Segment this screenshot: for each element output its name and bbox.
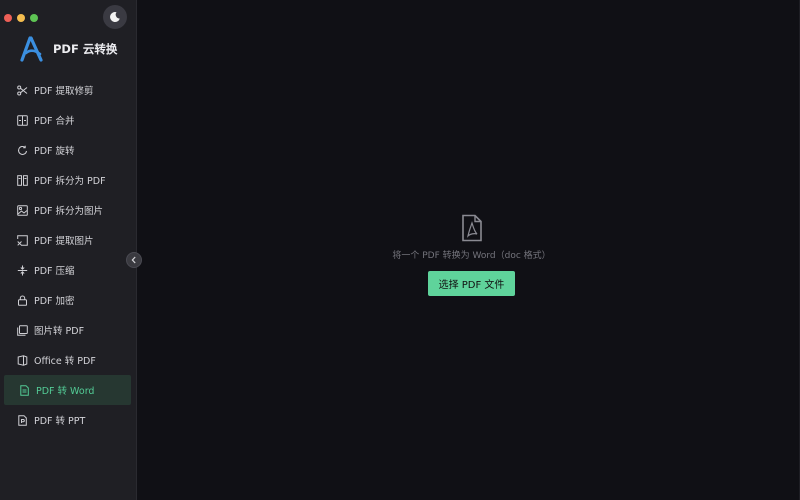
hint-text: 将一个 PDF 转换为 Word（doc 格式）	[392, 251, 551, 261]
chevron-left-icon	[131, 256, 136, 264]
sidebar-item-label: PDF 拆分为 PDF	[34, 176, 106, 187]
logo-icon	[20, 36, 43, 62]
sidebar-item-label: PDF 加密	[34, 296, 75, 307]
main-panel: 将一个 PDF 转换为 Word（doc 格式） 选择 PDF 文件	[138, 0, 799, 500]
theme-toggle-button[interactable]	[103, 5, 127, 29]
minimize-window-button[interactable]	[17, 14, 25, 22]
sidebar-item-pdf-to-word[interactable]: PDF 转 Word	[4, 375, 131, 405]
app-title: PDF 云转换	[53, 42, 118, 56]
sidebar-item-images-to-pdf[interactable]: 图片转 PDF	[0, 315, 137, 345]
sidebar-item-label: PDF 压缩	[34, 266, 75, 277]
pdf-file-icon	[461, 214, 482, 242]
sidebar-item-pdf-compress[interactable]: PDF 压缩	[0, 255, 137, 285]
sidebar-item-label: 图片转 PDF	[34, 326, 85, 337]
sidebar-item-label: PDF 提取图片	[34, 236, 94, 247]
window-controls	[4, 14, 38, 22]
app-window: PDF 云转换 PDF 提取修剪 PDF 合并 PDF 旋转 PDF 拆分为 P…	[0, 0, 800, 500]
sidebar-item-label: PDF 提取修剪	[34, 86, 94, 97]
sidebar-item-office-to-pdf[interactable]: Office 转 PDF	[0, 345, 137, 375]
images-icon	[16, 324, 28, 336]
office-icon	[16, 354, 28, 366]
sidebar-item-label: PDF 转 PPT	[34, 416, 86, 427]
sidebar-item-label: Office 转 PDF	[34, 356, 96, 367]
sidebar-nav: PDF 提取修剪 PDF 合并 PDF 旋转 PDF 拆分为 PDF PDF 拆…	[0, 75, 137, 435]
maximize-window-button[interactable]	[30, 14, 38, 22]
sidebar-item-label: PDF 转 Word	[36, 386, 95, 397]
sidebar-item-pdf-merge[interactable]: PDF 合并	[0, 105, 137, 135]
sidebar-item-pdf-extract-trim[interactable]: PDF 提取修剪	[0, 75, 137, 105]
extract-image-icon	[16, 234, 28, 246]
sidebar-item-pdf-split-images[interactable]: PDF 拆分为图片	[0, 195, 137, 225]
moon-icon	[110, 11, 120, 22]
sidebar-item-label: PDF 旋转	[34, 146, 75, 157]
sidebar-item-label: PDF 拆分为图片	[34, 206, 104, 217]
empty-state: 将一个 PDF 转换为 Word（doc 格式） 选择 PDF 文件	[138, 214, 799, 296]
sidebar-item-label: PDF 合并	[34, 116, 75, 127]
scissors-icon	[16, 84, 28, 96]
sidebar-item-pdf-encrypt[interactable]: PDF 加密	[0, 285, 137, 315]
image-split-icon	[16, 204, 28, 216]
sidebar: PDF 云转换 PDF 提取修剪 PDF 合并 PDF 旋转 PDF 拆分为 P…	[0, 0, 137, 500]
sidebar-item-pdf-rotate[interactable]: PDF 旋转	[0, 135, 137, 165]
split-icon	[16, 174, 28, 186]
rotate-icon	[16, 144, 28, 156]
sidebar-item-pdf-split-pdf[interactable]: PDF 拆分为 PDF	[0, 165, 137, 195]
word-doc-icon	[18, 384, 30, 396]
close-window-button[interactable]	[4, 14, 12, 22]
merge-icon	[16, 114, 28, 126]
lock-icon	[16, 294, 28, 306]
ppt-doc-icon	[16, 414, 28, 426]
compress-icon	[16, 264, 28, 276]
select-pdf-file-button[interactable]: 选择 PDF 文件	[427, 271, 516, 296]
sidebar-item-pdf-extract-images[interactable]: PDF 提取图片	[0, 225, 137, 255]
app-logo: PDF 云转换	[17, 35, 117, 63]
sidebar-item-pdf-to-ppt[interactable]: PDF 转 PPT	[0, 405, 137, 435]
